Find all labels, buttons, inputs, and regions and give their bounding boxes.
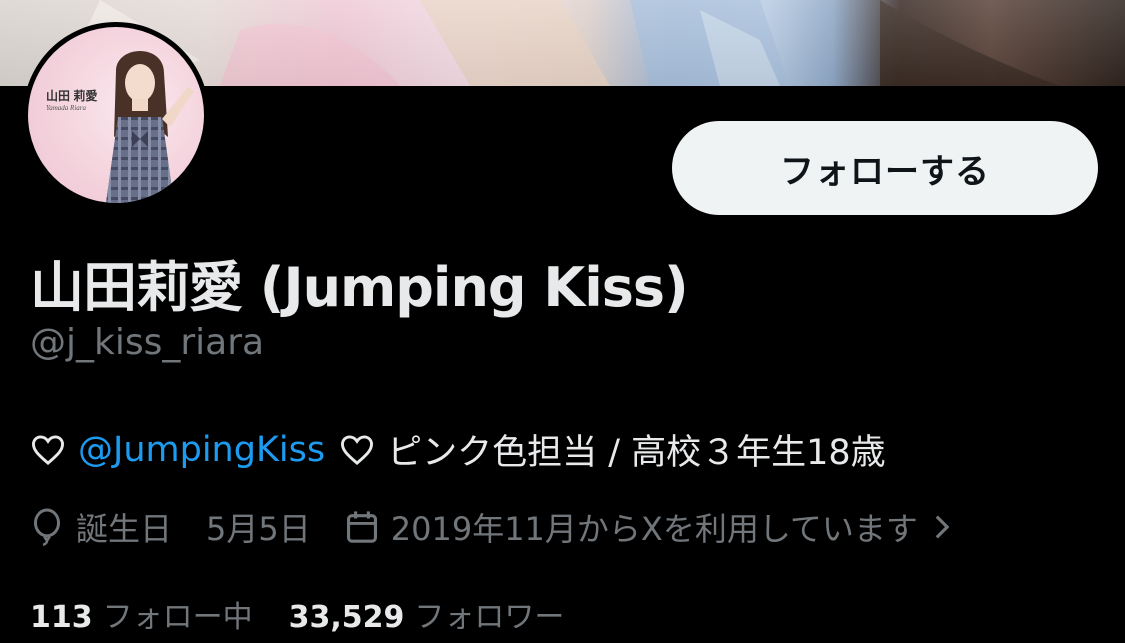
followers-link[interactable]: 33,529 フォロワー: [289, 592, 565, 636]
joined-date-link[interactable]: 2019年11月からXを利用しています: [391, 504, 918, 550]
profile-meta: 誕生日 5月5日 2019年11月からXを利用しています: [30, 504, 952, 550]
follow-button[interactable]: フォローする: [672, 121, 1098, 215]
heart-icon: [31, 434, 65, 465]
heart-icon: [341, 434, 374, 465]
avatar-name-text: 山田 莉愛: [46, 89, 98, 103]
followers-count: 33,529: [288, 600, 405, 635]
following-link[interactable]: 113 フォロー中: [30, 592, 253, 636]
following-count: 113: [30, 600, 93, 635]
birthday-label: 誕生日: [76, 510, 173, 548]
bio-text: ピンク色担当 / 高校３年生18歳: [387, 433, 886, 473]
username-handle: @j_kiss_riara: [30, 322, 265, 363]
display-name: 山田莉愛 (Jumping Kiss): [30, 256, 689, 319]
follow-stats: 113 フォロー中 33,529 フォロワー: [30, 592, 564, 636]
avatar-romaji-text: Yamada Riara: [46, 104, 87, 112]
calendar-icon: [346, 511, 377, 543]
followers-label: フォロワー: [414, 600, 565, 635]
profile-bio: @JumpingKiss ピンク色担当 / 高校３年生18歳: [30, 424, 886, 475]
bio-mention-link[interactable]: @JumpingKiss: [78, 430, 325, 470]
balloon-icon: [33, 508, 61, 546]
avatar-image: 山田 莉愛 Yamada Riara: [28, 27, 204, 203]
following-label: フォロー中: [102, 600, 253, 635]
chevron-right-icon[interactable]: [932, 514, 952, 540]
avatar[interactable]: 山田 莉愛 Yamada Riara: [23, 22, 209, 208]
birthday-value: 5月5日: [206, 510, 311, 548]
